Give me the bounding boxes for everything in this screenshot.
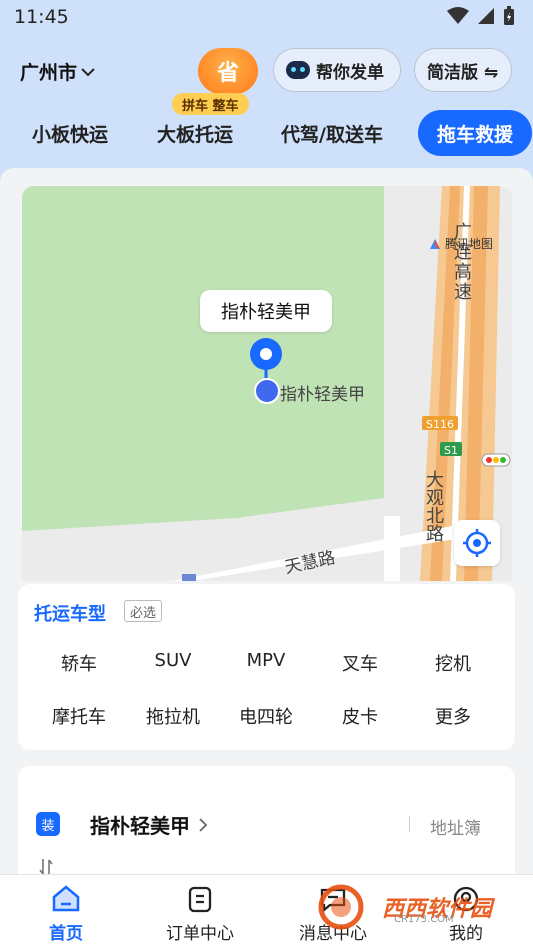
highway-shield-s116: S116 (426, 418, 454, 431)
vehicle-option[interactable]: 轿车 (32, 650, 126, 676)
crosshair-icon (463, 529, 491, 557)
vehicle-type-card: 托运车型 必选 轿车 SUV MPV 叉车 挖机 摩托车 拖拉机 电四轮 皮卡 … (18, 584, 515, 750)
location-tooltip: 指朴轻美甲 (200, 290, 332, 332)
orders-icon (188, 886, 212, 913)
vehicle-option[interactable]: 挖机 (406, 650, 500, 676)
status-bar: 11:45 (0, 0, 533, 36)
vehicle-option[interactable]: 摩托车 (32, 703, 126, 729)
signal-icon (478, 8, 494, 24)
tab-large-board[interactable]: 大板托运 (157, 120, 233, 147)
simple-mode-button[interactable]: 简洁版 ⇋ (414, 48, 512, 92)
vehicle-type-title: 托运车型 (34, 604, 106, 625)
load-badge: 装 (36, 812, 60, 836)
vehicle-option[interactable]: SUV (126, 650, 220, 671)
vehicle-option[interactable]: 拖拉机 (126, 703, 220, 729)
robot-icon (286, 61, 310, 79)
chevron-down-icon (81, 67, 95, 76)
status-time: 11:45 (14, 6, 69, 28)
address-book-button[interactable]: 地址簿 (430, 814, 481, 839)
vehicle-option[interactable]: MPV (219, 650, 313, 671)
wifi-icon (447, 7, 469, 24)
vehicle-option-more[interactable]: 更多 (406, 703, 500, 729)
tab-tow-rescue[interactable]: 拖车救援 (418, 110, 532, 156)
marker-label: 指朴轻美甲 (280, 385, 365, 405)
watermark: 西西软件园 CR173.COM (316, 878, 516, 936)
nav-orders-label: 订单中心 (166, 924, 234, 944)
battery-icon (504, 6, 514, 25)
tab-small-board[interactable]: 小板快运 (32, 120, 108, 147)
home-icon (52, 885, 80, 912)
divider (409, 816, 410, 832)
city-selector[interactable]: 广州市 (20, 58, 95, 85)
help-post-button[interactable]: 帮你发单 (273, 48, 401, 92)
highway-shield-s1: S1 (444, 444, 458, 457)
help-post-label: 帮你发单 (316, 62, 384, 83)
vehicle-option[interactable]: 皮卡 (313, 703, 407, 729)
service-tabs: 小板快运 大板托运 代驾/取送车 拖车救援 (0, 110, 533, 158)
city-label: 广州市 (20, 62, 78, 84)
nav-home-label: 首页 (49, 924, 83, 944)
required-badge: 必选 (124, 600, 163, 622)
tencent-map-icon (430, 238, 440, 249)
nav-orders[interactable]: 订单中心 (150, 885, 250, 944)
load-address-text: 指朴轻美甲 (90, 814, 190, 838)
nav-home[interactable]: 首页 (16, 885, 116, 944)
status-icons (447, 6, 515, 26)
watermark-sub: CR173.COM (394, 914, 454, 925)
chevron-right-icon (199, 817, 208, 832)
road-label-daguan: 大观北路 (423, 470, 444, 542)
watermark-logo-icon (318, 884, 364, 930)
simple-mode-label: 简洁版 ⇋ (427, 62, 499, 83)
locate-button[interactable] (454, 520, 500, 566)
header: 广州市 省 帮你发单 简洁版 ⇋ (0, 44, 533, 100)
expressway-label: 广连高速 (451, 222, 472, 302)
load-address[interactable]: 指朴轻美甲 (90, 810, 208, 839)
tab-chauffeur[interactable]: 代驾/取送车 (281, 120, 383, 147)
vehicle-option[interactable]: 电四轮 (219, 703, 313, 729)
save-badge[interactable]: 省 (198, 48, 258, 94)
vehicle-option[interactable]: 叉车 (313, 650, 407, 676)
